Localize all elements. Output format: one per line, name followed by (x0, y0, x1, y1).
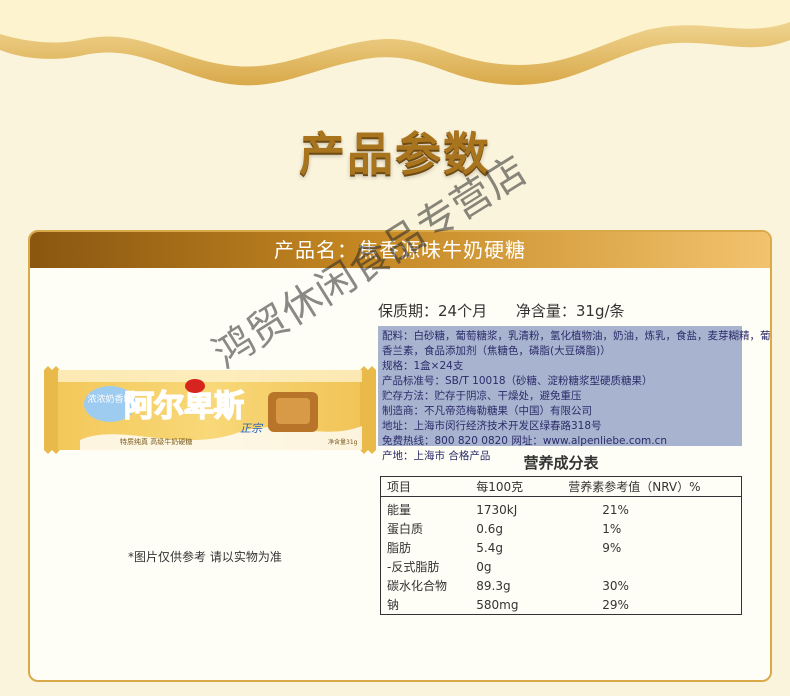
table-cell: 0g (476, 559, 492, 574)
table-header-row: 项目 每100克 营养素参考值（NRV）% (380, 476, 742, 497)
candy-brand: 阿尔卑斯 (124, 389, 244, 424)
table-cell: 蛋白质 (387, 522, 424, 536)
table-cell: 29% (602, 597, 629, 612)
header-cell: 项目 (380, 476, 471, 497)
net-content: 净含量：31g/条 (515, 302, 625, 320)
nutrition-table: 项目 每100克 营养素参考值（NRV）% 能量 1730kJ 21% 蛋白质 … (380, 476, 742, 615)
table-cell: 钠 (387, 598, 400, 612)
top-wave-decoration (0, 0, 790, 120)
table-row: 碳水化合物 89.3g 30% (381, 576, 742, 595)
table-cell: 碳水化合物 (387, 579, 448, 593)
table-cell: 580mg (476, 597, 519, 612)
table-cell: 21% (602, 502, 629, 517)
table-row: 蛋白质 0.6g 1% (381, 519, 742, 538)
info-line: 产品标准号：SB/T 10018（砂糖、淀粉糖浆型硬质糖果） (382, 375, 653, 387)
table-row: 脂肪 5.4g 9% (381, 538, 742, 557)
table-cell: 脂肪 (387, 541, 412, 555)
table-cell: 5.4g (476, 540, 503, 555)
table-cell: 9% (602, 540, 622, 555)
image-disclaimer: *图片仅供参考 请以实物为准 (128, 550, 282, 564)
candy-tagline: 特质纯真 高级牛奶硬糖 (120, 437, 192, 446)
table-cell: 1% (602, 521, 622, 536)
page-title: 产品参数 (299, 127, 491, 181)
meta-line: 保质期：24个月 净含量：31g/条 (378, 300, 649, 321)
info-line: 免费热线：800 820 0820 网址：www.alpenliebe.com.… (382, 435, 668, 447)
product-name-banner: 产品名：焦香源味牛奶硬糖 (30, 232, 770, 268)
table-cell: 能量 (387, 503, 412, 517)
nutrition-title: 营养成分表 (523, 454, 599, 472)
table-cell (562, 557, 741, 576)
info-line: 规格：1盒×24支 (382, 360, 464, 372)
info-line: 贮存方法：贮存于阴凉、干燥处，避免重压 (382, 390, 582, 402)
table-row: 能量 1730kJ 21% (381, 497, 742, 520)
info-line: 香兰素，食品添加剂（焦糖色，磷脂(大豆磷脂)） (382, 345, 611, 357)
candy-bar-image: 浓浓奶香精 阿尔卑斯 正宗 特质纯真 高级牛奶硬糖 净含量31g (44, 366, 376, 454)
table-cell: -反式脂肪 (387, 560, 440, 574)
table-cell: 0.6g (476, 521, 503, 536)
product-card: 产品名：焦香源味牛奶硬糖 浓浓奶香精 阿尔卑斯 正宗 特质纯真 高级牛奶硬糖 净… (28, 230, 772, 682)
table-cell: 89.3g (476, 578, 511, 593)
info-line: 配料：白砂糖，葡萄糖浆，乳清粉，氢化植物油，奶油，炼乳，食盐，麦芽糊精，葡萄糖， (382, 330, 772, 342)
table-cell: 1730kJ (476, 502, 518, 517)
table-row: -反式脂肪 0g (381, 557, 742, 576)
table-row: 钠 580mg 29% (381, 595, 742, 615)
shelf-life: 保质期：24个月 (378, 302, 488, 320)
header-cell: 每100克 (470, 476, 563, 497)
info-line: 地址：上海市闵行经济技术开发区绿春路318号 (382, 420, 602, 432)
candy-sub-brand: 正宗 (240, 422, 264, 435)
header-cell: 营养素参考值（NRV）% (562, 476, 742, 497)
info-line: 制造商：不凡帝范梅勒糖果（中国）有限公司 (382, 405, 592, 417)
table-cell: 30% (602, 578, 629, 593)
candy-weight: 净含量31g (328, 438, 358, 446)
product-info-box: 配料：白砂糖，葡萄糖浆，乳清粉，氢化植物油，奶油，炼乳，食盐，麦芽糊精，葡萄糖，… (378, 326, 772, 462)
